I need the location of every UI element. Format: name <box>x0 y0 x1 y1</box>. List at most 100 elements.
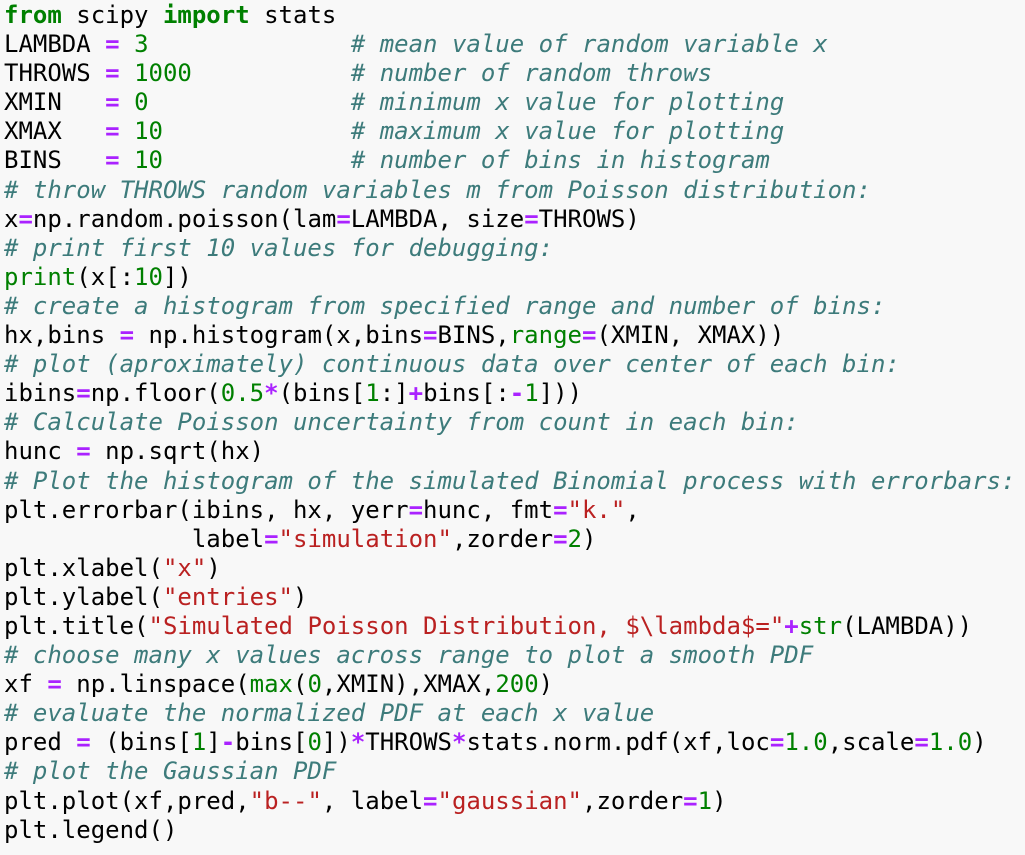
code-line: hx,bins = np.histogram(x,bins=BINS,range… <box>4 321 1025 350</box>
comment-token: # plot the Gaussian PDF <box>4 757 337 786</box>
code-text-token: (LAMBDA)) <box>842 611 973 640</box>
code-text-token: ) <box>206 553 221 582</box>
code-text-token: np.histogram(x,bins <box>134 321 424 350</box>
operator-token: = <box>76 728 91 757</box>
code-text-token: ) <box>972 728 987 757</box>
code-text-token: plt.xlabel( <box>4 553 163 582</box>
comment-token: # evaluate the normalized PDF at each x … <box>4 699 655 728</box>
operator-token: = <box>553 495 568 524</box>
number-token: 0 <box>134 88 149 117</box>
code-text-token: hx,bins <box>4 321 120 350</box>
number-token: 1 <box>524 379 539 408</box>
code-text-token: (bins[ <box>90 728 192 757</box>
operator-token: * <box>451 728 467 757</box>
code-text-token: label <box>4 524 265 553</box>
number-token: 3 <box>134 30 149 59</box>
operator-token: = <box>336 204 351 233</box>
operator-token: = <box>76 379 91 408</box>
code-text-token: ]) <box>321 728 351 757</box>
code-text-token: x <box>4 204 19 233</box>
code-text-token: hunc, fmt <box>423 495 554 524</box>
code-line: BINS = 10 # number of bins in histogram <box>4 146 1025 175</box>
operator-token: = <box>76 437 91 466</box>
code-text-token: THROWS <box>365 728 452 757</box>
number-token: 1000 <box>134 59 192 88</box>
code-text-token: BINS, <box>437 321 510 350</box>
operator-token: + <box>784 611 799 640</box>
comment-token: # minimum x value for plotting <box>350 88 785 117</box>
code-text-token: THROWS <box>4 59 106 88</box>
operator-token: = <box>119 321 135 350</box>
operator-token: = <box>423 321 438 350</box>
code-line: ibins=np.floor(0.5*(bins[1:]+bins[:-1])) <box>4 379 1025 408</box>
code-line: plt.errorbar(ibins, hx, yerr=hunc, fmt="… <box>4 496 1025 525</box>
comment-token: # create a histogram from specified rang… <box>4 291 886 320</box>
code-line: THROWS = 1000 # number of random throws <box>4 59 1025 88</box>
code-line: xf = np.linspace(max(0,XMIN),XMAX,200) <box>4 670 1025 699</box>
code-text-token: np.floor( <box>90 379 221 408</box>
code-text-token: ,zorder <box>582 786 684 815</box>
operator-token: = <box>408 495 424 524</box>
code-line: # evaluate the normalized PDF at each x … <box>4 699 1025 728</box>
code-line: # choose many x values across range to p… <box>4 641 1025 670</box>
code-text-token: ,zorder <box>451 524 554 553</box>
code-text-token: plt.ylabel( <box>4 582 163 611</box>
operator-token: * <box>264 379 279 408</box>
comment-token: # choose many x values across range to p… <box>4 641 814 670</box>
operator-token: = <box>423 786 438 815</box>
code-line: x=np.random.poisson(lam=LAMBDA, size=THR… <box>4 205 1025 234</box>
code-line: plt.title("Simulated Poisson Distributio… <box>4 612 1025 641</box>
operator-token: = <box>105 30 120 59</box>
string-token: "b--" <box>249 786 322 815</box>
operator-token: = <box>18 204 33 233</box>
code-text-token: BINS <box>4 146 106 175</box>
code-text-token: np.linspace( <box>61 670 250 699</box>
code-line: XMIN = 0 # minimum x value for plotting <box>4 88 1025 117</box>
code-line: # create a histogram from specified rang… <box>4 292 1025 321</box>
code-text-token: :] <box>379 379 409 408</box>
code-line: XMAX = 10 # maximum x value for plotting <box>4 117 1025 146</box>
number-token: 1.0 <box>784 728 828 757</box>
code-text-token: LAMBDA <box>4 30 106 59</box>
keyword-token: from <box>4 1 62 29</box>
code-line: label="simulation",zorder=2) <box>4 525 1025 554</box>
code-text-token: LAMBDA, size <box>350 204 525 233</box>
number-token: 1 <box>365 379 380 408</box>
operator-token: = <box>683 786 698 815</box>
code-text-token: ( <box>293 670 308 699</box>
string-token: "simulation" <box>278 524 452 553</box>
operator-token: = <box>264 524 279 553</box>
number-token: 10 <box>134 117 163 146</box>
number-token: 2 <box>567 524 582 553</box>
code-line: # Calculate Poisson uncertainty from cou… <box>4 408 1025 437</box>
code-text-token: plt.plot(xf,pred, <box>4 786 250 815</box>
operator-token: = <box>914 728 929 757</box>
code-text-token: stats <box>249 1 337 29</box>
code-text-token: stats.norm.pdf(xf,loc <box>466 728 770 757</box>
number-token: 1 <box>697 786 713 815</box>
code-text-token: , label <box>321 786 424 815</box>
code-editor[interactable]: from scipy import stats LAMBDA = 3 # mean… <box>0 0 1025 855</box>
number-token: 10 <box>134 262 163 291</box>
code-text-token: ) <box>712 786 727 815</box>
operator-token: - <box>509 379 525 408</box>
builtin-token: print <box>4 262 77 291</box>
operator-token: = <box>553 524 568 553</box>
operator-token: = <box>769 728 785 757</box>
code-text-token: (XMIN, XMAX)) <box>596 321 785 350</box>
code-text-token: ) <box>293 582 308 611</box>
operator-token: = <box>105 146 120 175</box>
code-line: # throw THROWS random variables m from P… <box>4 176 1025 205</box>
string-token: "k." <box>567 495 626 524</box>
code-text-token: (bins[ <box>278 379 366 408</box>
code-line: plt.ylabel("entries") <box>4 583 1025 612</box>
string-token: "Simulated Poisson Distribution, $\lambd… <box>148 611 785 640</box>
operator-token: * <box>350 728 366 757</box>
